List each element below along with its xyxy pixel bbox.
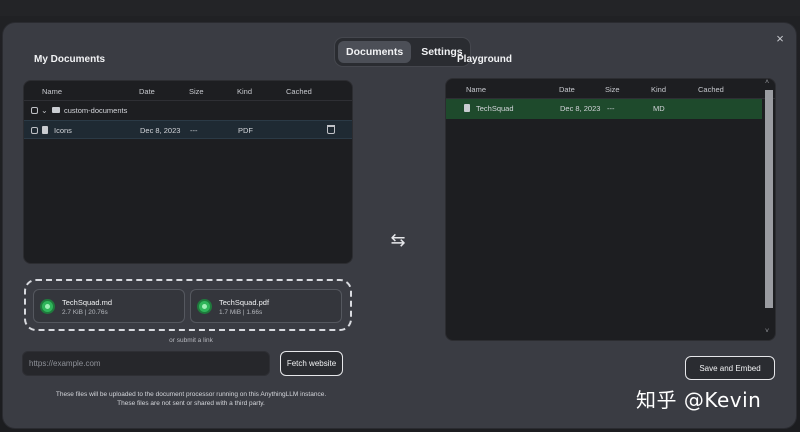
- row-size: ---: [607, 104, 615, 113]
- swap-arrows-icon: ⇆: [390, 230, 406, 250]
- file-icon: [464, 104, 470, 112]
- my-documents-table: Name Date Size Kind Cached ⌄ custom-docu…: [23, 80, 353, 264]
- disclaimer-line-1: These files will be uploaded to the docu…: [55, 391, 327, 398]
- document-manager-modal: Documents Settings × My Documents Name D…: [3, 23, 796, 428]
- file-icon: [42, 126, 48, 134]
- folder-name: custom-documents: [64, 106, 128, 115]
- column-kind: Kind: [237, 87, 253, 96]
- column-cached: Cached: [698, 85, 724, 94]
- column-name: Name: [466, 85, 487, 94]
- uploaded-file-meta: 1.7 MiB | 1.66s: [219, 309, 263, 316]
- row-name: TechSquad: [476, 104, 514, 113]
- column-size: Size: [605, 85, 620, 94]
- my-documents-title: My Documents: [34, 54, 106, 65]
- row-date: Dec 8, 2023: [560, 104, 601, 113]
- fetch-website-button[interactable]: Fetch website: [280, 351, 343, 376]
- scrollbar[interactable]: ˄ ˅: [764, 79, 774, 338]
- scroll-up-icon[interactable]: ˄: [765, 79, 769, 86]
- watermark-text: 知乎 @Kevin: [636, 388, 762, 412]
- folder-row[interactable]: ⌄ custom-documents: [24, 101, 352, 120]
- check-circle-icon: [40, 299, 55, 314]
- uploaded-file-card: TechSquad.pdf 1.7 MiB | 1.66s: [190, 289, 342, 323]
- uploaded-file-meta: 2.7 KiB | 20.76s: [62, 309, 108, 316]
- uploaded-file-name: TechSquad.md: [62, 298, 113, 307]
- column-name: Name: [42, 87, 63, 96]
- column-cached: Cached: [286, 87, 312, 96]
- row-size: ---: [190, 126, 198, 135]
- url-input[interactable]: [22, 351, 270, 376]
- playground-table: Name Date Size Kind Cached TechSquad Dec…: [445, 78, 776, 341]
- row-name: Icons: [54, 126, 72, 135]
- column-size: Size: [189, 87, 204, 96]
- chevron-down-icon[interactable]: ⌄: [41, 106, 48, 115]
- row-kind: PDF: [238, 126, 253, 135]
- save-and-embed-button[interactable]: Save and Embed: [685, 356, 775, 380]
- close-icon[interactable]: ×: [772, 31, 788, 47]
- table-header: Name Date Size Kind Cached: [446, 79, 775, 99]
- upload-disclaimer: These files will be uploaded to the docu…: [3, 390, 379, 408]
- column-kind: Kind: [651, 85, 667, 94]
- upload-dropzone[interactable]: TechSquad.md 2.7 KiB | 20.76s TechSquad.…: [24, 279, 352, 331]
- tab-documents[interactable]: Documents: [338, 41, 412, 63]
- uploaded-file-name: TechSquad.pdf: [219, 298, 270, 307]
- table-row[interactable]: Icons Dec 8, 2023 --- PDF: [24, 120, 352, 139]
- trash-icon[interactable]: [327, 125, 335, 134]
- folder-icon: [52, 107, 60, 113]
- scroll-down-icon[interactable]: ˅: [765, 328, 769, 335]
- check-circle-icon: [197, 299, 212, 314]
- row-kind: MD: [653, 104, 665, 113]
- row-checkbox[interactable]: [31, 127, 38, 134]
- table-row[interactable]: TechSquad Dec 8, 2023 --- MD: [446, 99, 762, 119]
- column-date: Date: [139, 87, 155, 96]
- disclaimer-line-2: These files are not sent or shared with …: [117, 400, 265, 407]
- scrollbar-thumb[interactable]: [765, 90, 773, 308]
- table-header: Name Date Size Kind Cached: [24, 81, 352, 101]
- submit-link-label: or submit a link: [169, 337, 213, 344]
- column-date: Date: [559, 85, 575, 94]
- modal-tabs: Documents Settings: [334, 37, 471, 67]
- uploaded-file-card: TechSquad.md 2.7 KiB | 20.76s: [33, 289, 185, 323]
- playground-title: Playground: [457, 54, 513, 65]
- row-date: Dec 8, 2023: [140, 126, 181, 135]
- folder-checkbox[interactable]: [31, 107, 38, 114]
